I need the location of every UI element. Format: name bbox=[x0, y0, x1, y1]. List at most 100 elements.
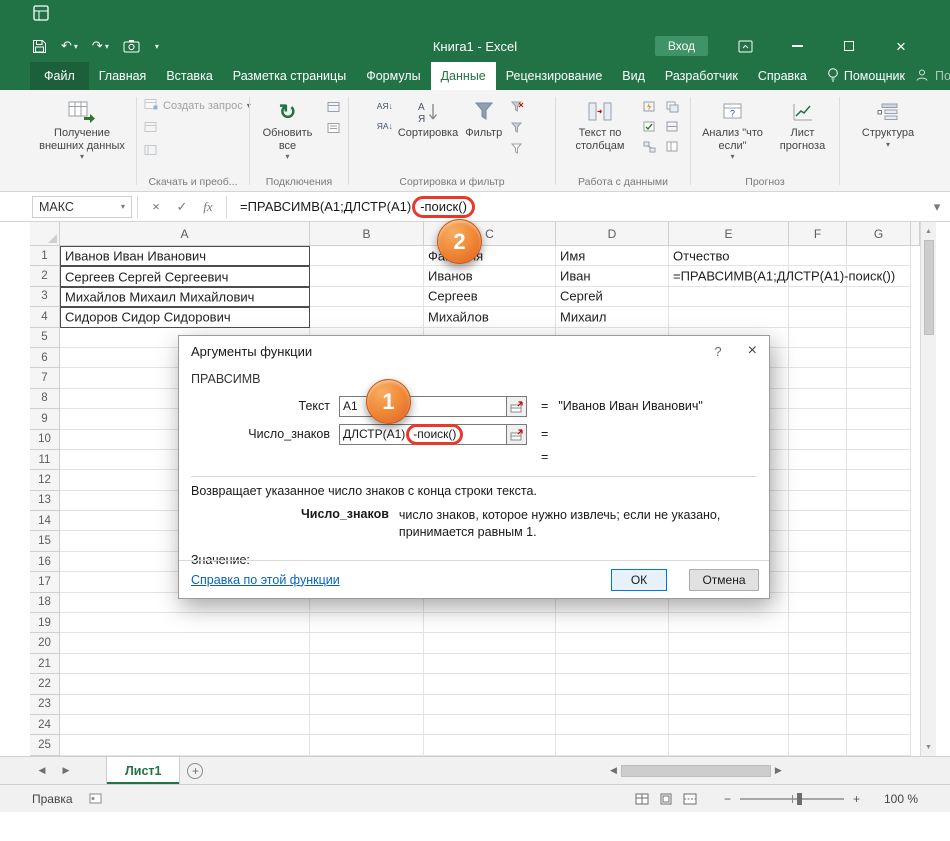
cell-G21[interactable] bbox=[847, 654, 911, 674]
cell-C20[interactable] bbox=[424, 633, 556, 653]
cell-C19[interactable] bbox=[424, 613, 556, 633]
cell-D24[interactable] bbox=[556, 715, 669, 735]
ribbon-tab-4[interactable]: Формулы bbox=[356, 62, 430, 90]
horizontal-scrollbar-thumb[interactable] bbox=[621, 765, 771, 777]
add-sheet-button[interactable]: + bbox=[180, 757, 210, 784]
cell-G10[interactable] bbox=[847, 430, 911, 450]
ribbon-tab-2[interactable]: Вставка bbox=[156, 62, 222, 90]
cell-B23[interactable] bbox=[310, 695, 424, 715]
redo-icon[interactable]: ↷▾ bbox=[92, 38, 109, 54]
row-header-6[interactable]: 6 bbox=[30, 348, 60, 368]
cell-C24[interactable] bbox=[424, 715, 556, 735]
row-header-9[interactable]: 9 bbox=[30, 409, 60, 429]
cell-C22[interactable] bbox=[424, 674, 556, 694]
data-validation-icon[interactable] bbox=[639, 118, 659, 135]
scroll-down-icon[interactable]: ▼ bbox=[925, 738, 932, 756]
row-header-15[interactable]: 15 bbox=[30, 531, 60, 551]
page-break-view-icon[interactable] bbox=[678, 789, 702, 809]
cell-F23[interactable] bbox=[789, 695, 847, 715]
ribbon-tab-1[interactable]: Главная bbox=[89, 62, 157, 90]
cell-G4[interactable] bbox=[847, 307, 911, 327]
sheet-nav-right-icon[interactable]: ▶ bbox=[54, 757, 78, 784]
row-header-19[interactable]: 19 bbox=[30, 613, 60, 633]
cell-G11[interactable] bbox=[847, 450, 911, 470]
manage-data-model-icon[interactable] bbox=[662, 138, 682, 155]
horizontal-scrollbar[interactable]: ◀ ▶ bbox=[610, 757, 950, 784]
cell-A22[interactable] bbox=[60, 674, 310, 694]
share-button[interactable]: Поделиться bbox=[915, 62, 950, 90]
recent-sources-button[interactable] bbox=[141, 141, 161, 162]
cell-F14[interactable] bbox=[789, 511, 847, 531]
cell-F5[interactable] bbox=[789, 328, 847, 348]
cell-F8[interactable] bbox=[789, 389, 847, 409]
cell-C3[interactable]: Сергеев bbox=[424, 287, 556, 307]
sort-za-icon[interactable]: ЯА↓ bbox=[377, 118, 393, 134]
cell-D3[interactable]: Сергей bbox=[556, 287, 669, 307]
cell-G20[interactable] bbox=[847, 633, 911, 653]
row-header-11[interactable]: 11 bbox=[30, 450, 60, 470]
sheet-tab[interactable]: Лист1 bbox=[106, 757, 180, 784]
cell-E23[interactable] bbox=[669, 695, 789, 715]
cell-C21[interactable] bbox=[424, 654, 556, 674]
filter-button[interactable]: Фильтр bbox=[463, 95, 504, 142]
cell-G19[interactable] bbox=[847, 613, 911, 633]
tab-assistant[interactable]: Помощник bbox=[817, 62, 915, 90]
cell-A21[interactable] bbox=[60, 654, 310, 674]
cell-E22[interactable] bbox=[669, 674, 789, 694]
ribbon-tab-8[interactable]: Разработчик bbox=[655, 62, 748, 90]
cancel-button[interactable]: Отмена bbox=[689, 569, 759, 591]
cell-F15[interactable] bbox=[789, 531, 847, 551]
cell-A1[interactable]: Иванов Иван Иванович bbox=[60, 246, 310, 266]
row-header-17[interactable]: 17 bbox=[30, 572, 60, 592]
cell-D22[interactable] bbox=[556, 674, 669, 694]
cell-F1[interactable] bbox=[789, 246, 847, 266]
reapply-filter-icon[interactable] bbox=[507, 119, 527, 136]
confirm-entry-icon[interactable]: ✓ bbox=[169, 196, 195, 218]
cell-G16[interactable] bbox=[847, 552, 911, 572]
name-box-dropdown-icon[interactable]: ▾ bbox=[121, 202, 125, 211]
cell-E25[interactable] bbox=[669, 735, 789, 755]
function-help-link[interactable]: Справка по этой функции bbox=[191, 573, 340, 587]
zoom-out-icon[interactable]: − bbox=[724, 792, 731, 806]
cell-C4[interactable]: Михайлов bbox=[424, 307, 556, 327]
sort-az-icon[interactable]: АЯ↓ bbox=[377, 98, 393, 114]
row-header-24[interactable]: 24 bbox=[30, 715, 60, 735]
ribbon-tab-5[interactable]: Данные bbox=[431, 62, 496, 90]
cell-G12[interactable] bbox=[847, 470, 911, 490]
cell-E3[interactable] bbox=[669, 287, 789, 307]
column-header-G[interactable]: G bbox=[847, 222, 911, 246]
hscroll-right-icon[interactable]: ▶ bbox=[775, 765, 782, 776]
cell-F7[interactable] bbox=[789, 368, 847, 388]
signin-button[interactable]: Вход bbox=[655, 36, 708, 56]
cell-B22[interactable] bbox=[310, 674, 424, 694]
connections-icon[interactable] bbox=[324, 98, 344, 115]
cell-F12[interactable] bbox=[789, 470, 847, 490]
cell-F25[interactable] bbox=[789, 735, 847, 755]
cell-G9[interactable] bbox=[847, 409, 911, 429]
cell-E2[interactable]: =ПРАВСИМВ(A1;ДЛСТР(A1)-поиск()) bbox=[669, 266, 789, 286]
row-header-12[interactable]: 12 bbox=[30, 470, 60, 490]
cell-E24[interactable] bbox=[669, 715, 789, 735]
row-header-13[interactable]: 13 bbox=[30, 491, 60, 511]
get-external-data-button[interactable]: Получение внешних данных ▾ bbox=[32, 95, 132, 163]
cell-D21[interactable] bbox=[556, 654, 669, 674]
cell-F3[interactable] bbox=[789, 287, 847, 307]
collapse-dialog-button[interactable] bbox=[507, 396, 527, 417]
cell-F24[interactable] bbox=[789, 715, 847, 735]
expand-formula-bar-icon[interactable]: ▾ bbox=[924, 196, 950, 218]
refresh-all-button[interactable]: ↻ Обновить все ▾ bbox=[254, 95, 321, 163]
camera-icon[interactable] bbox=[123, 39, 141, 53]
text-to-columns-button[interactable]: Текст по столбцам bbox=[564, 95, 636, 154]
row-header-21[interactable]: 21 bbox=[30, 654, 60, 674]
text-argument-input[interactable]: A1 bbox=[339, 396, 507, 417]
cell-G8[interactable] bbox=[847, 389, 911, 409]
row-header-20[interactable]: 20 bbox=[30, 633, 60, 653]
zoom-slider-thumb[interactable] bbox=[797, 793, 802, 805]
cell-C23[interactable] bbox=[424, 695, 556, 715]
cell-G1[interactable] bbox=[847, 246, 911, 266]
show-queries-button[interactable] bbox=[141, 118, 161, 139]
row-header-22[interactable]: 22 bbox=[30, 674, 60, 694]
cell-F16[interactable] bbox=[789, 552, 847, 572]
column-header-A[interactable]: A bbox=[60, 222, 310, 246]
dialog-close-icon[interactable]: × bbox=[748, 342, 757, 360]
